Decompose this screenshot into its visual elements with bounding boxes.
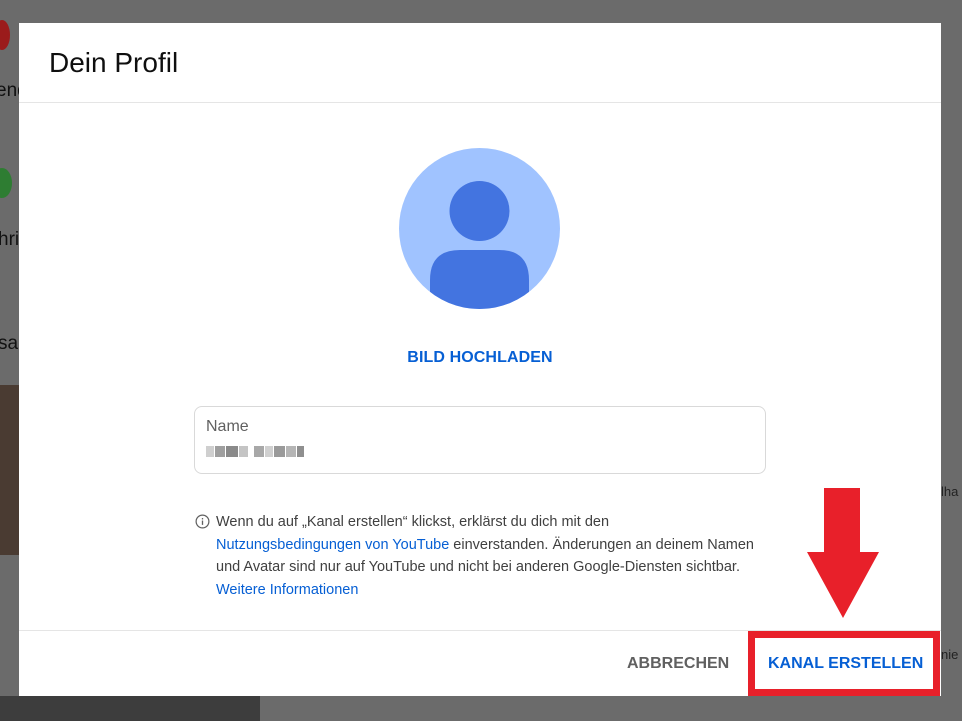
upload-picture-button[interactable]: BILD HOCHLADEN <box>19 349 941 367</box>
background-text: lha <box>941 484 959 499</box>
terms-info: Wenn du auf „Kanal erstellen“ klickst, e… <box>195 511 755 601</box>
name-field-label: Name <box>206 418 249 435</box>
background-text: hri <box>0 229 20 250</box>
terms-info-text: Wenn du auf „Kanal erstellen“ klickst, e… <box>216 514 754 598</box>
background-text: sa <box>0 333 19 354</box>
more-information-link[interactable]: Weitere Informationen <box>216 582 358 598</box>
down-arrow-icon <box>807 488 879 618</box>
background-thumbnail <box>0 385 19 555</box>
avatar[interactable] <box>399 148 560 309</box>
cancel-button[interactable]: ABBRECHEN <box>627 655 729 673</box>
dialog-header: Dein Profil <box>19 23 941 103</box>
info-icon <box>195 514 210 529</box>
background-icon <box>0 168 12 198</box>
terms-of-service-link[interactable]: Nutzungsbedingungen von YouTube <box>216 537 449 553</box>
background-text: nie <box>941 647 959 662</box>
name-field-value-redacted <box>206 442 754 460</box>
background-thumbnail <box>0 696 260 721</box>
default-avatar-icon <box>399 148 560 309</box>
dialog-title: Dein Profil <box>49 46 179 78</box>
background-icon <box>0 20 10 50</box>
name-field[interactable]: Name <box>194 406 766 474</box>
profile-dialog: Dein Profil BILD HOCHLADEN Name Wenn du … <box>19 23 941 696</box>
highlight-box <box>748 631 940 696</box>
